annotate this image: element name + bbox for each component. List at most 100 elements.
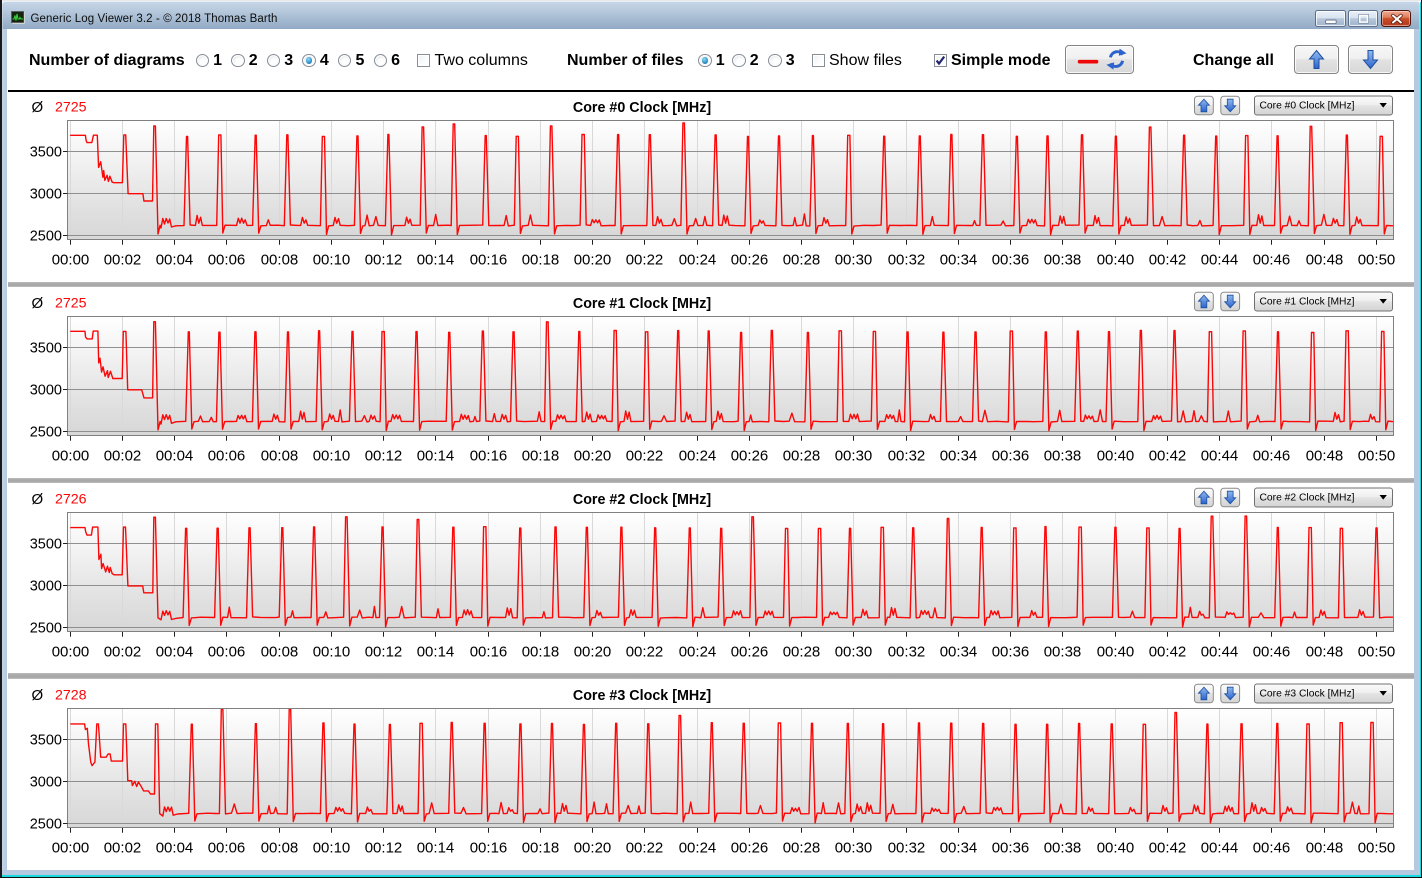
svg-text:00:32: 00:32 [888,643,926,660]
svg-text:00:30: 00:30 [835,447,873,464]
svg-text:00:38: 00:38 [1044,839,1082,856]
svg-text:2500: 2500 [30,817,62,833]
svg-text:2500: 2500 [30,425,62,441]
svg-text:00:18: 00:18 [522,447,560,464]
svg-text:00:02: 00:02 [104,251,142,268]
svg-text:00:08: 00:08 [261,643,299,660]
svg-text:00:26: 00:26 [731,447,769,464]
svg-text:00:08: 00:08 [261,839,299,856]
svg-text:00:40: 00:40 [1097,839,1135,856]
svg-text:00:04: 00:04 [156,447,194,464]
svg-text:00:00: 00:00 [52,251,90,268]
svg-text:00:16: 00:16 [470,447,508,464]
svg-text:00:12: 00:12 [365,447,403,464]
svg-text:00:24: 00:24 [679,447,717,464]
svg-text:2500: 2500 [30,229,62,245]
svg-text:00:40: 00:40 [1097,447,1135,464]
svg-text:00:32: 00:32 [888,251,926,268]
svg-text:00:34: 00:34 [940,839,978,856]
svg-text:00:20: 00:20 [574,643,612,660]
svg-text:00:44: 00:44 [1201,643,1239,660]
svg-text:00:30: 00:30 [835,839,873,856]
svg-text:00:02: 00:02 [104,447,142,464]
svg-text:00:22: 00:22 [626,839,664,856]
svg-text:00:34: 00:34 [940,447,978,464]
svg-text:00:30: 00:30 [835,251,873,268]
svg-text:00:48: 00:48 [1306,251,1344,268]
svg-text:00:24: 00:24 [679,839,717,856]
svg-text:00:10: 00:10 [313,447,351,464]
svg-text:00:34: 00:34 [940,643,978,660]
svg-text:00:06: 00:06 [208,643,246,660]
svg-text:00:36: 00:36 [992,643,1030,660]
svg-text:00:38: 00:38 [1044,251,1082,268]
svg-text:Core #1 Clock [MHz]: Core #1 Clock [MHz] [573,296,711,312]
svg-text:00:28: 00:28 [783,251,821,268]
svg-text:00:32: 00:32 [888,839,926,856]
svg-text:00:12: 00:12 [365,643,403,660]
svg-text:Core #1 Clock [MHz]: Core #1 Clock [MHz] [1260,297,1355,308]
svg-text:00:00: 00:00 [52,447,90,464]
svg-text:Core #2 Clock [MHz]: Core #2 Clock [MHz] [1260,493,1355,504]
svg-text:2500: 2500 [30,621,62,637]
svg-text:3000: 3000 [30,775,62,791]
svg-text:3000: 3000 [30,187,62,203]
svg-text:00:46: 00:46 [1253,251,1291,268]
svg-text:00:06: 00:06 [208,251,246,268]
svg-text:00:36: 00:36 [992,251,1030,268]
svg-text:00:24: 00:24 [679,643,717,660]
svg-text:00:16: 00:16 [470,251,508,268]
svg-text:Ø: Ø [32,687,44,704]
svg-text:00:06: 00:06 [208,447,246,464]
svg-text:00:14: 00:14 [417,643,455,660]
svg-text:00:44: 00:44 [1201,839,1239,856]
svg-text:00:22: 00:22 [626,643,664,660]
svg-text:00:14: 00:14 [417,447,455,464]
svg-text:Core #0 Clock [MHz]: Core #0 Clock [MHz] [1260,101,1355,112]
svg-text:00:12: 00:12 [365,251,403,268]
svg-text:00:04: 00:04 [156,839,194,856]
svg-text:00:20: 00:20 [574,251,612,268]
svg-text:00:02: 00:02 [104,643,142,660]
svg-text:Ø: Ø [32,99,44,116]
svg-text:00:08: 00:08 [261,447,299,464]
svg-text:00:28: 00:28 [783,839,821,856]
svg-text:00:48: 00:48 [1306,839,1344,856]
svg-text:3500: 3500 [30,145,62,161]
svg-text:00:10: 00:10 [313,643,351,660]
svg-text:00:18: 00:18 [522,839,560,856]
svg-text:00:14: 00:14 [417,251,455,268]
svg-text:00:10: 00:10 [313,251,351,268]
svg-text:00:34: 00:34 [940,251,978,268]
svg-text:Ø: Ø [32,295,44,312]
svg-text:00:00: 00:00 [52,839,90,856]
svg-text:00:06: 00:06 [208,839,246,856]
svg-text:3500: 3500 [30,733,62,749]
svg-text:00:24: 00:24 [679,251,717,268]
svg-text:00:30: 00:30 [835,643,873,660]
svg-text:00:02: 00:02 [104,839,142,856]
svg-text:00:36: 00:36 [992,839,1030,856]
svg-text:00:28: 00:28 [783,643,821,660]
svg-text:3000: 3000 [30,383,62,399]
svg-text:00:36: 00:36 [992,447,1030,464]
svg-text:00:16: 00:16 [470,643,508,660]
svg-text:Core #0 Clock [MHz]: Core #0 Clock [MHz] [573,100,711,116]
svg-text:Core #2 Clock [MHz]: Core #2 Clock [MHz] [573,492,711,508]
svg-text:00:20: 00:20 [574,839,612,856]
svg-text:00:40: 00:40 [1097,251,1135,268]
svg-text:00:18: 00:18 [522,643,560,660]
svg-text:00:22: 00:22 [626,251,664,268]
svg-text:00:44: 00:44 [1201,251,1239,268]
svg-text:00:38: 00:38 [1044,447,1082,464]
svg-text:00:42: 00:42 [1149,251,1187,268]
svg-text:2726: 2726 [55,492,87,508]
svg-text:3500: 3500 [30,341,62,357]
svg-text:00:46: 00:46 [1253,839,1291,856]
svg-text:00:18: 00:18 [522,251,560,268]
svg-text:Core #3 Clock [MHz]: Core #3 Clock [MHz] [573,688,711,704]
svg-text:2725: 2725 [55,100,87,116]
svg-text:00:50: 00:50 [1358,447,1396,464]
svg-text:Core #3 Clock [MHz]: Core #3 Clock [MHz] [1260,689,1355,700]
svg-text:00:46: 00:46 [1253,447,1291,464]
